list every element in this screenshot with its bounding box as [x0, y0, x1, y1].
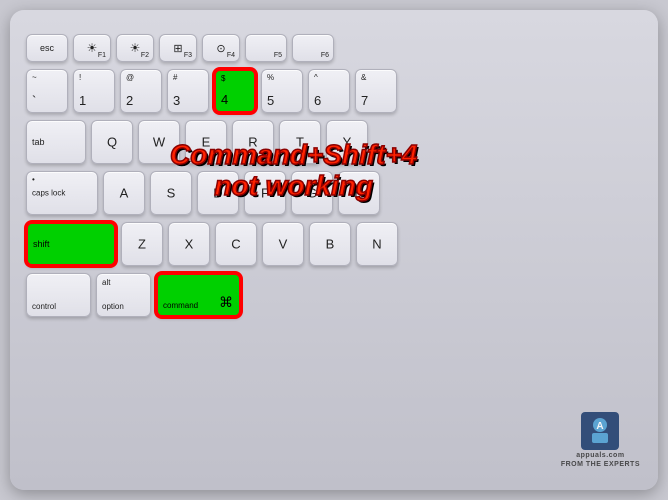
key-tab[interactable]: tab: [26, 120, 86, 164]
key-3[interactable]: # 3: [167, 69, 209, 113]
watermark-site: appuals.com: [576, 452, 624, 459]
key-option[interactable]: alt option: [96, 273, 151, 317]
key-x[interactable]: X: [168, 222, 210, 266]
key-control[interactable]: control: [26, 273, 91, 317]
key-b[interactable]: B: [309, 222, 351, 266]
key-e[interactable]: E: [185, 120, 227, 164]
key-capslock[interactable]: caps lock •: [26, 171, 98, 215]
key-f6[interactable]: F6: [292, 34, 334, 62]
key-tilde[interactable]: ~ `: [26, 69, 68, 113]
zxcv-row: shift Z X C V B N: [26, 222, 642, 266]
key-2[interactable]: @ 2: [120, 69, 162, 113]
key-c[interactable]: C: [215, 222, 257, 266]
key-f5[interactable]: F5: [245, 34, 287, 62]
key-v[interactable]: V: [262, 222, 304, 266]
key-f4[interactable]: ⊙ F4: [202, 34, 240, 62]
key-a[interactable]: A: [103, 171, 145, 215]
key-command[interactable]: command ⌘: [156, 273, 241, 317]
control-row: control alt option command ⌘: [26, 273, 642, 317]
key-z[interactable]: Z: [121, 222, 163, 266]
asdf-row: caps lock • A S D F G H: [26, 171, 642, 215]
key-n[interactable]: N: [356, 222, 398, 266]
key-f3[interactable]: ⊞ F3: [159, 34, 197, 62]
key-g[interactable]: G: [291, 171, 333, 215]
key-s[interactable]: S: [150, 171, 192, 215]
watermark-logo: A: [581, 412, 619, 450]
key-q[interactable]: Q: [91, 120, 133, 164]
key-r[interactable]: R: [232, 120, 274, 164]
key-t[interactable]: T: [279, 120, 321, 164]
watermark: A appuals.com FROM THE EXPERTS: [561, 412, 640, 468]
key-f1[interactable]: ☀ F1: [73, 34, 111, 62]
key-d[interactable]: D: [197, 171, 239, 215]
number-row: ~ ` ! 1 @ 2 # 3 $ 4 % 5 ^ 6 & 7: [26, 69, 642, 113]
key-w[interactable]: W: [138, 120, 180, 164]
keyboard: esc ☀ F1 ☀ F2 ⊞ F3 ⊙ F4 F5 F6 ~ ` !: [10, 10, 658, 490]
qwerty-row: tab Q W E R T Y: [26, 120, 642, 164]
key-h[interactable]: H: [338, 171, 380, 215]
key-f[interactable]: F: [244, 171, 286, 215]
key-y[interactable]: Y: [326, 120, 368, 164]
key-6[interactable]: ^ 6: [308, 69, 350, 113]
watermark-tagline: FROM THE EXPERTS: [561, 461, 640, 468]
key-5[interactable]: % 5: [261, 69, 303, 113]
key-shift[interactable]: shift: [26, 222, 116, 266]
key-f2[interactable]: ☀ F2: [116, 34, 154, 62]
key-esc[interactable]: esc: [26, 34, 68, 62]
function-row: esc ☀ F1 ☀ F2 ⊞ F3 ⊙ F4 F5 F6: [26, 28, 642, 62]
svg-text:A: A: [597, 421, 604, 432]
key-4[interactable]: $ 4: [214, 69, 256, 113]
key-1[interactable]: ! 1: [73, 69, 115, 113]
key-7[interactable]: & 7: [355, 69, 397, 113]
